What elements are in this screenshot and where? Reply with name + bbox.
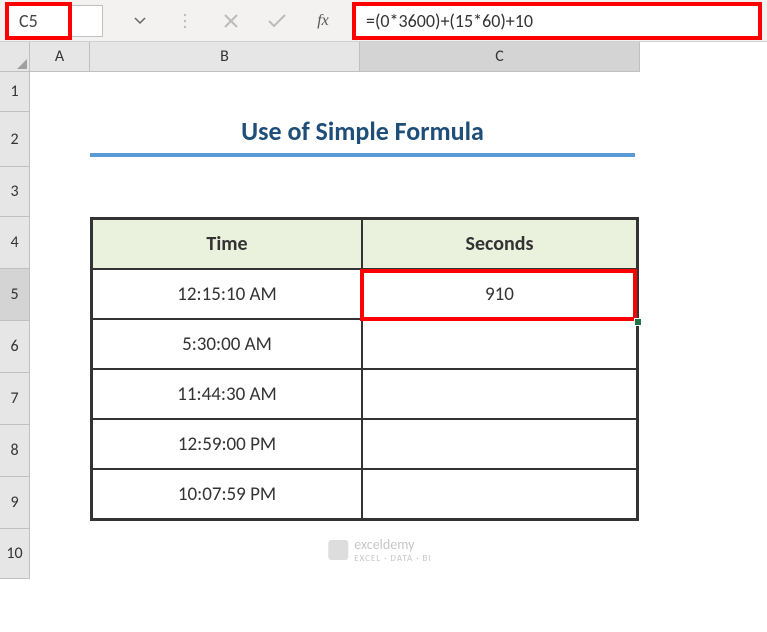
cell-seconds[interactable] — [362, 469, 637, 519]
col-header-a[interactable]: A — [30, 42, 90, 72]
formula-bar: C5 fx =(0*3600)+(15*60)+10 — [0, 0, 767, 42]
cell-time[interactable]: 11:44:30 AM — [92, 369, 362, 419]
cell-time[interactable]: 12:59:00 PM — [92, 419, 362, 469]
row-header-9[interactable]: 9 — [0, 477, 30, 529]
name-box[interactable]: C5 — [8, 5, 103, 37]
formula-text: =(0*3600)+(15*60)+10 — [366, 10, 533, 32]
table-row: 10:07:59 PM — [92, 469, 637, 519]
watermark-logo-icon — [328, 540, 348, 560]
name-box-value: C5 — [19, 10, 38, 32]
fill-handle[interactable] — [634, 318, 642, 326]
fx-icon[interactable]: fx — [305, 5, 341, 37]
header-time: Time — [92, 219, 362, 269]
cell-time[interactable]: 12:15:10 AM — [92, 269, 362, 319]
table-row: 12:15:10 AM 910 — [92, 269, 637, 319]
cells-area[interactable]: Use of Simple Formula Time Seconds 12:15… — [30, 72, 730, 632]
sheet-area: A B C 1 2 3 4 5 6 7 8 9 10 Use of Simple… — [0, 42, 767, 606]
row-header-5[interactable]: 5 — [0, 269, 30, 321]
row-header-7[interactable]: 7 — [0, 373, 30, 425]
row-header-10[interactable]: 10 — [0, 529, 30, 579]
formula-bar-controls: fx — [157, 5, 351, 37]
watermark-sub: EXCEL · DATA · BI — [354, 553, 431, 564]
highlight-box — [5, 2, 72, 40]
sheet-title: Use of Simple Formula — [90, 112, 635, 157]
grid-body: 1 2 3 4 5 6 7 8 9 10 Use of Simple Formu… — [0, 72, 767, 632]
data-table: Time Seconds 12:15:10 AM 910 5:30:00 AM … — [90, 217, 639, 521]
select-all-corner[interactable] — [0, 42, 30, 72]
watermark: exceldemy EXCEL · DATA · BI — [328, 536, 431, 564]
confirm-icon[interactable] — [259, 5, 295, 37]
cell-seconds[interactable] — [362, 419, 637, 469]
cell-time[interactable]: 10:07:59 PM — [92, 469, 362, 519]
grid: A B C 1 2 3 4 5 6 7 8 9 10 Use of Simple… — [0, 42, 767, 606]
table-row: 5:30:00 AM — [92, 319, 637, 369]
formula-input[interactable]: =(0*3600)+(15*60)+10 — [355, 5, 759, 37]
table-header-row: Time Seconds — [92, 219, 637, 269]
cell-seconds[interactable] — [362, 369, 637, 419]
row-header-6[interactable]: 6 — [0, 321, 30, 373]
divider-icon — [167, 5, 203, 37]
table-row: 12:59:00 PM — [92, 419, 637, 469]
row-header-1[interactable]: 1 — [0, 72, 30, 112]
column-headers-row: A B C — [0, 42, 767, 72]
row-header-4[interactable]: 4 — [0, 217, 30, 269]
name-box-dropdown-icon[interactable] — [127, 5, 153, 37]
row-header-2[interactable]: 2 — [0, 112, 30, 167]
table-row: 11:44:30 AM — [92, 369, 637, 419]
col-header-c[interactable]: C — [360, 42, 640, 72]
cell-seconds[interactable]: 910 — [362, 269, 637, 319]
row-header-3[interactable]: 3 — [0, 167, 30, 217]
col-header-b[interactable]: B — [90, 42, 360, 72]
header-seconds: Seconds — [362, 219, 637, 269]
cell-seconds[interactable] — [362, 319, 637, 369]
row-header-8[interactable]: 8 — [0, 425, 30, 477]
corner-triangle-icon — [17, 59, 27, 69]
watermark-name: exceldemy — [354, 536, 414, 553]
cancel-icon[interactable] — [213, 5, 249, 37]
cell-time[interactable]: 5:30:00 AM — [92, 319, 362, 369]
row-headers: 1 2 3 4 5 6 7 8 9 10 — [0, 72, 30, 632]
